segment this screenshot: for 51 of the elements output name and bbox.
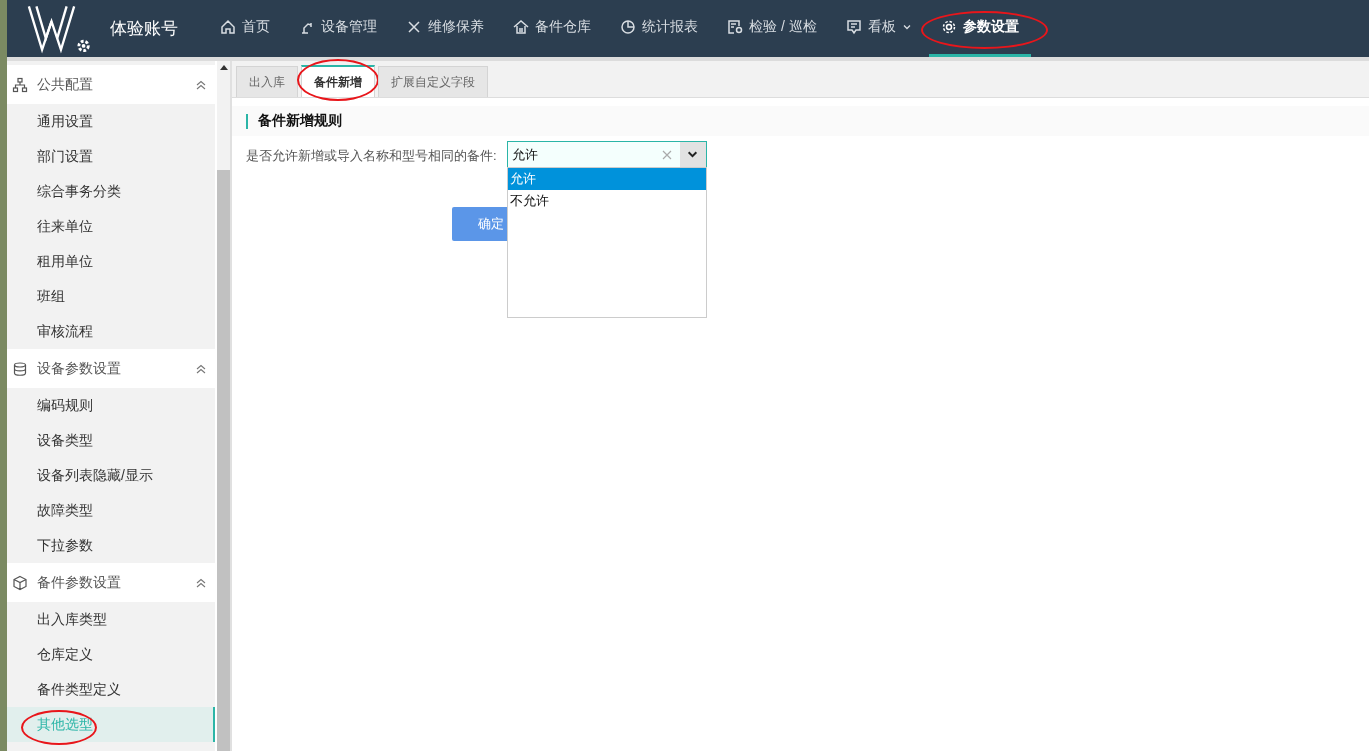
section-title: 备件新增规则	[258, 112, 342, 130]
sidebar-item[interactable]: 部门设置	[7, 139, 215, 174]
chevron-down-icon	[901, 22, 912, 32]
sidebar-item[interactable]: 下拉参数	[7, 528, 215, 563]
sidebar-group-header[interactable]: 备件参数设置	[7, 563, 215, 602]
warehouse-icon	[513, 19, 529, 35]
home-icon	[220, 19, 236, 35]
sidebar-item[interactable]: 审核流程	[7, 314, 215, 349]
hierarchy-icon	[12, 76, 28, 93]
account-name: 体验账号	[110, 18, 178, 40]
nav-item[interactable]: 设备管理	[287, 0, 389, 57]
sidebar-item[interactable]: 班组	[7, 279, 215, 314]
clear-icon[interactable]	[661, 149, 672, 160]
select-field[interactable]: 允许	[506, 141, 707, 168]
sidebar-group-header[interactable]: 设备参数设置	[7, 349, 215, 388]
scrollbar[interactable]	[217, 61, 230, 751]
nav-item[interactable]: 统计报表	[608, 0, 710, 57]
sidebar-item[interactable]: 设备类型	[7, 423, 215, 458]
sidebar-item[interactable]: 备件类型定义	[7, 672, 215, 707]
sidebar-item[interactable]: 出入库类型	[7, 602, 215, 637]
sidebar-item[interactable]: 租用单位	[7, 244, 215, 279]
sidebar-item[interactable]: 综合事务分类	[7, 174, 215, 209]
scrollbar-thumb[interactable]	[217, 170, 230, 751]
board-icon	[845, 19, 862, 35]
nav-item[interactable]: 看板	[833, 0, 924, 57]
tab[interactable]: 备件新增	[301, 65, 375, 97]
box-icon	[12, 574, 28, 591]
dropdown-toggle[interactable]	[679, 142, 706, 167]
nav-item[interactable]: 首页	[208, 0, 282, 57]
sidebar-item[interactable]: 编码规则	[7, 388, 215, 423]
sidebar-item[interactable]: 故障类型	[7, 493, 215, 528]
chevron-down-icon	[687, 149, 699, 160]
nav-item[interactable]: 备件仓库	[501, 0, 603, 57]
database-icon	[12, 360, 28, 377]
sidebar-item[interactable]: 通用设置	[7, 104, 215, 139]
double-chevron-icon	[195, 78, 207, 91]
tab[interactable]: 扩展自定义字段	[378, 66, 488, 97]
pie-chart-icon	[620, 19, 636, 35]
field-label: 是否允许新增或导入名称和型号相同的备件:	[246, 147, 497, 165]
nav-item[interactable]: 维修保养	[394, 0, 496, 57]
double-chevron-icon	[195, 362, 207, 375]
settings-icon	[940, 19, 957, 35]
inspection-icon	[727, 19, 743, 35]
double-chevron-icon	[195, 576, 207, 589]
nav-item[interactable]: 检验 / 巡检	[715, 0, 829, 57]
sidebar-item[interactable]: 仓库定义	[7, 637, 215, 672]
scroll-up-icon[interactable]	[219, 65, 228, 70]
sidebar-item[interactable]: 设备列表隐藏/显示	[7, 458, 215, 493]
sidebar-group-header[interactable]: 公共配置	[7, 65, 215, 104]
sidebar-item[interactable]: 往来单位	[7, 209, 215, 244]
tab[interactable]: 出入库	[236, 66, 298, 97]
